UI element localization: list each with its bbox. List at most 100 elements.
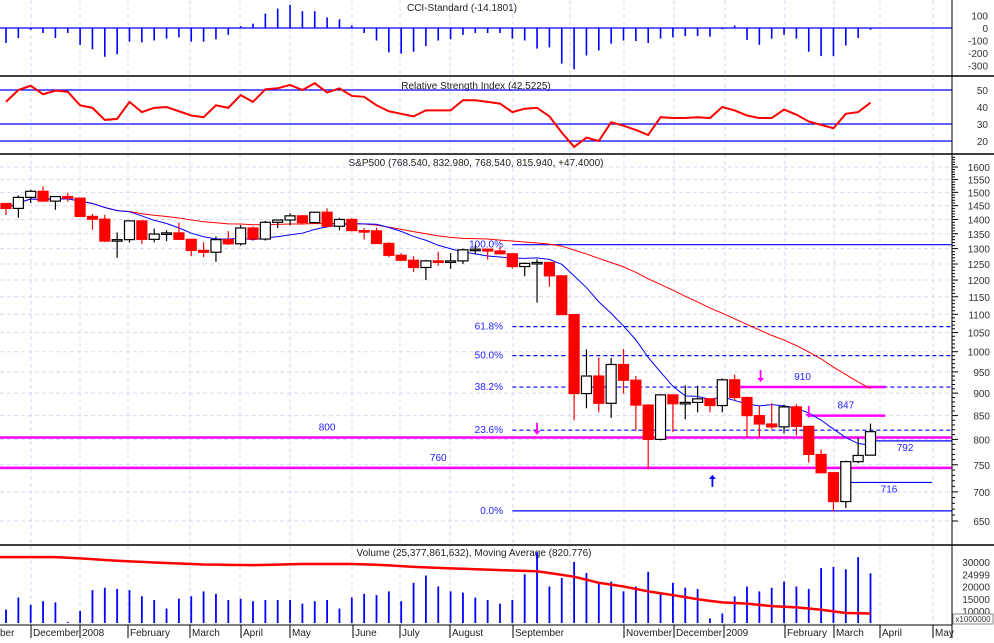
cci-tick-label: -200 [968, 49, 988, 60]
candle-body [704, 398, 716, 407]
candle-body [679, 401, 691, 405]
candle-body [432, 260, 444, 263]
candle-body [790, 406, 803, 427]
candle-body [173, 232, 185, 240]
candle-body [37, 190, 49, 202]
candle-body [235, 227, 247, 245]
fib-level-label: 23.6% [475, 425, 503, 436]
x-axis-label: April [243, 628, 263, 638]
fib-level-label: 50.0% [475, 351, 503, 362]
price-tick-label: 800 [973, 435, 990, 446]
candle-body [160, 232, 173, 235]
cci-tick-label: 100 [971, 12, 988, 23]
candle-body [259, 221, 271, 240]
candle-body [753, 414, 765, 425]
candle-body [716, 379, 728, 407]
level-label: 792 [897, 443, 914, 454]
volume-title: Volume (25,377,861,632), Moving Average … [357, 548, 592, 559]
level-label: 847 [837, 401, 854, 412]
price-tick-label: 1400 [968, 215, 991, 226]
candle-body [198, 249, 210, 253]
candle-body [654, 394, 667, 441]
fib-level-label: 38.2% [475, 382, 503, 393]
x-axis-label: November [626, 628, 673, 638]
candle-body [185, 238, 197, 252]
candle-body [482, 248, 494, 252]
candle-body [445, 260, 457, 263]
volume-unit-label: x1000000 [955, 615, 991, 624]
candle-body [531, 261, 543, 265]
price-tick-label: 1150 [968, 293, 990, 304]
candle-body [333, 218, 346, 227]
candle-body [568, 314, 580, 395]
candle-body [827, 472, 840, 503]
volume-tick-label: 20000 [962, 583, 990, 594]
candle-body [247, 227, 259, 240]
candle-body [222, 239, 234, 245]
price-tick-label: 1200 [968, 276, 991, 287]
x-axis-label: April [882, 628, 902, 638]
price-title: S&P500 (768.540, 832.980, 768.540, 815.9… [349, 158, 604, 169]
candle-body [815, 453, 827, 474]
x-axis-label: August [452, 628, 483, 638]
x-axis-label: May [935, 628, 954, 638]
price-tick-label: 1600 [968, 163, 991, 174]
price-tick-label: 1550 [968, 175, 991, 186]
price-tick-label: 750 [973, 461, 990, 472]
level-label: 800 [319, 422, 336, 433]
candle-body [272, 219, 284, 223]
rsi-tick-label: 50 [977, 86, 989, 97]
rsi-tick-label: 20 [977, 137, 989, 148]
candle-body [741, 396, 753, 417]
x-axis-label: 2009 [726, 628, 749, 638]
candle-body [840, 461, 852, 503]
candle-body [852, 454, 864, 463]
x-axis-label: December [33, 628, 80, 638]
x-axis-label: February [787, 628, 827, 638]
candle-body [148, 233, 160, 240]
level-label: 760 [430, 453, 447, 464]
volume-tick-label: 30000 [962, 558, 990, 569]
candle-body [358, 229, 370, 233]
level-label: 910 [794, 372, 811, 383]
price-tick-label: 950 [973, 368, 990, 379]
candle-body [370, 230, 383, 245]
price-tick-label: 1000 [968, 348, 991, 359]
candle-body [630, 379, 642, 406]
candle-body [580, 375, 593, 395]
candle-body [111, 239, 123, 242]
price-tick-label: 1450 [968, 202, 991, 213]
rsi-tick-label: 40 [977, 103, 989, 114]
candle-body [309, 211, 321, 224]
candle-body [729, 379, 741, 399]
candle-body [642, 404, 654, 441]
cci-tick-label: -100 [968, 37, 988, 48]
candle-body [296, 215, 308, 224]
candle-body [457, 249, 469, 262]
candle-body [803, 425, 815, 456]
candle-body [494, 250, 506, 255]
candle-body [210, 239, 222, 253]
price-tick-label: 1300 [968, 245, 991, 256]
volume-tick-label: 24999 [962, 570, 990, 581]
x-axis-label: March [836, 628, 864, 638]
candle-body [543, 261, 556, 277]
candle-body [321, 211, 333, 227]
x-axis-label: July [402, 628, 420, 638]
cci-tick-label: 0 [982, 24, 988, 35]
price-tick-label: 1250 [968, 260, 991, 271]
stock-chart: CCI-Standard (-14.1801) Relative Strengt… [0, 0, 994, 639]
candle-body [86, 215, 99, 220]
x-axis-label: 2008 [82, 628, 105, 638]
candle-body [0, 202, 12, 210]
candle-body [99, 218, 111, 242]
candle-body [864, 431, 877, 456]
candle-body [284, 215, 296, 221]
candle-body [506, 253, 518, 268]
cci-tick-label: -300 [968, 62, 988, 73]
candle-body [49, 195, 62, 202]
candle-body [12, 196, 24, 210]
candle-body [469, 248, 481, 252]
level-label: 716 [881, 484, 898, 495]
candle-body [346, 218, 358, 232]
